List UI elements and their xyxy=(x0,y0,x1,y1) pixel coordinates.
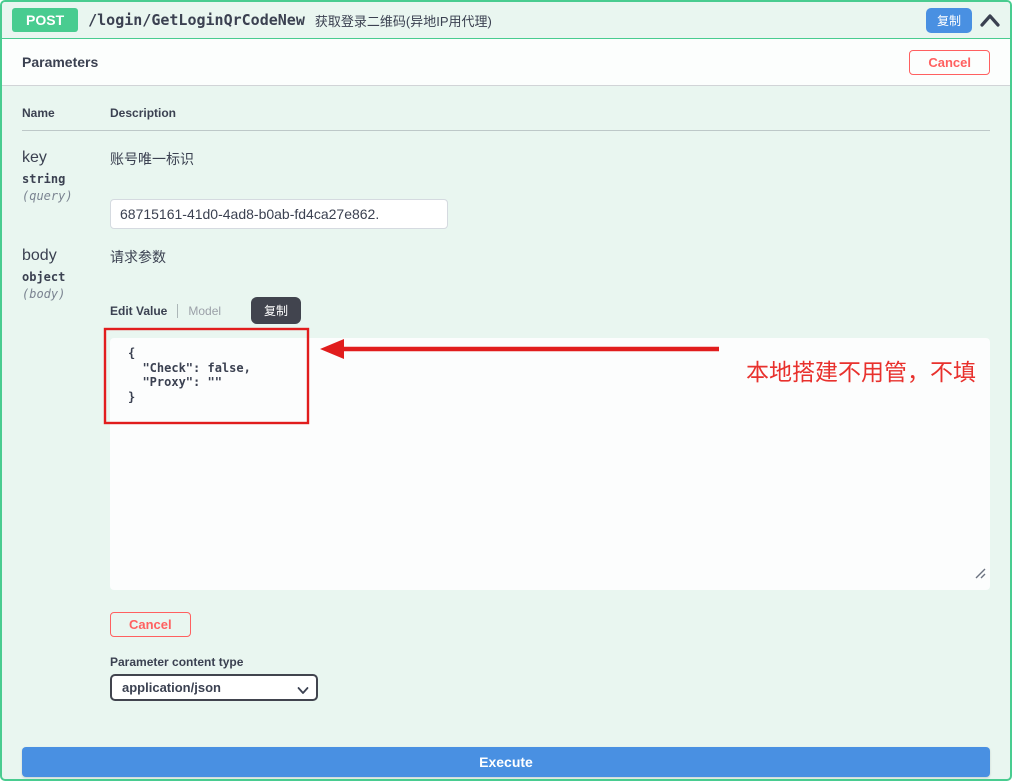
tab-edit-value[interactable]: Edit Value xyxy=(110,304,178,318)
execute-section: Execute xyxy=(2,701,1010,781)
api-operation-block: POST /login/GetLoginQrCodeNew 获取登录二维码(异地… xyxy=(0,0,1012,781)
copy-endpoint-button[interactable]: 复制 xyxy=(926,8,972,33)
request-body-textarea[interactable]: { "Check": false, "Proxy": "" } xyxy=(110,338,990,590)
param-name: body xyxy=(22,247,110,265)
http-method-badge: POST xyxy=(12,8,78,32)
collapse-button[interactable] xyxy=(980,13,1000,28)
textarea-resize-handle[interactable] xyxy=(975,566,986,584)
content-type-label: Parameter content type xyxy=(110,655,990,669)
endpoint-path: /login/GetLoginQrCodeNew xyxy=(88,11,305,29)
param-type: string xyxy=(22,172,110,186)
param-description: 请求参数 xyxy=(110,247,990,267)
key-value-input[interactable] xyxy=(110,199,448,229)
execute-button[interactable]: Execute xyxy=(22,747,990,777)
content-type-block: Parameter content type application/json xyxy=(110,655,990,701)
tab-model[interactable]: Model xyxy=(188,304,221,318)
endpoint-description: 获取登录二维码(异地IP用代理) xyxy=(315,11,492,30)
parameter-row-key: key string (query) 账号唯一标识 xyxy=(22,131,990,229)
param-type: object xyxy=(22,270,110,284)
param-description: 账号唯一标识 xyxy=(110,149,990,169)
parameters-section-header: Parameters Cancel xyxy=(2,39,1010,86)
param-location: (body) xyxy=(22,287,110,301)
param-location: (query) xyxy=(22,189,110,203)
column-header-description: Description xyxy=(110,106,990,120)
parameters-table: Name Description key string (query) 账号唯一… xyxy=(2,86,1010,701)
cancel-body-button[interactable]: Cancel xyxy=(110,612,191,637)
body-editor-tabs: Edit Value Model 复制 xyxy=(110,297,990,324)
operation-summary-bar: POST /login/GetLoginQrCodeNew 获取登录二维码(异地… xyxy=(2,2,1010,39)
table-header-row: Name Description xyxy=(22,106,990,131)
chevron-up-icon xyxy=(980,13,1000,28)
parameter-row-body: body object (body) 请求参数 Edit Value Model… xyxy=(22,247,990,701)
content-type-select[interactable]: application/json xyxy=(110,674,318,701)
copy-body-button[interactable]: 复制 xyxy=(251,297,301,324)
parameters-title: Parameters xyxy=(22,54,98,70)
param-name: key xyxy=(22,149,110,167)
column-header-name: Name xyxy=(22,106,110,120)
cancel-tryout-button[interactable]: Cancel xyxy=(909,50,990,75)
